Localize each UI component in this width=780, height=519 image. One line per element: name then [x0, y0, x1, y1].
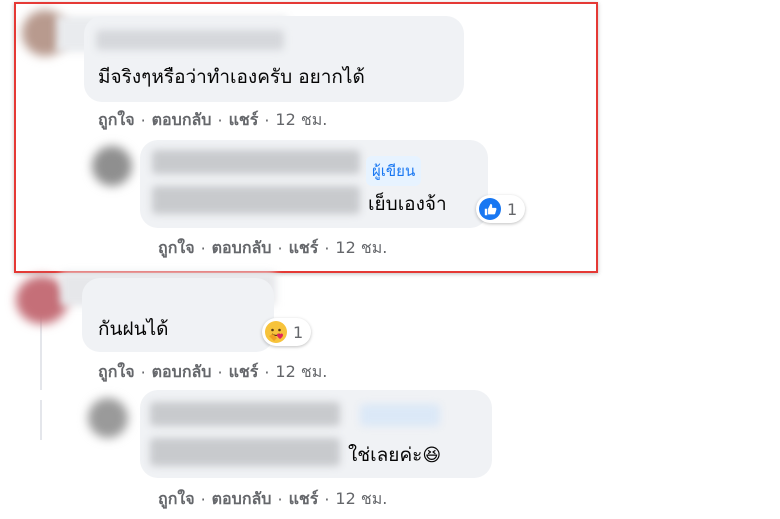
reply-button[interactable]: ตอบกลับ [152, 360, 212, 385]
reaction-count: 1 [507, 199, 518, 219]
separator-dot: · [324, 239, 330, 258]
comment-actions: ถูกใจ · ตอบกลับ · แชร์ · 12 ชม. [158, 487, 387, 512]
comment-text-redacted [150, 438, 340, 466]
like-button[interactable]: ถูกใจ [98, 360, 135, 385]
commenter-name-redacted [150, 402, 340, 426]
commenter-name-redacted [152, 150, 360, 174]
thread-line [40, 400, 42, 440]
separator-dot: · [200, 490, 206, 509]
separator-dot: · [324, 490, 330, 509]
separator-dot: · [217, 363, 223, 382]
separator-dot: · [277, 239, 283, 258]
separator-dot: · [264, 111, 270, 130]
comment-text-redacted [152, 186, 360, 214]
reaction-summary[interactable]: 1 [262, 318, 312, 346]
share-button[interactable]: แชร์ [229, 108, 259, 133]
reply-button[interactable]: ตอบกลับ [152, 108, 212, 133]
share-button[interactable]: แชร์ [289, 236, 319, 261]
separator-dot: · [277, 490, 283, 509]
reaction-summary[interactable]: 1 [476, 195, 526, 223]
author-badge-redacted [360, 404, 440, 426]
timestamp-link[interactable]: 12 ชม. [335, 236, 387, 261]
comment-text: ใช่เลยค่ะ😆 [348, 440, 441, 470]
reply-button[interactable]: ตอบกลับ [212, 236, 272, 261]
like-button[interactable]: ถูกใจ [158, 236, 195, 261]
separator-dot: · [264, 363, 270, 382]
comment-actions: ถูกใจ · ตอบกลับ · แชร์ · 12 ชม. [98, 360, 327, 385]
comment-text: มีจริงๆหรือว่าทำเองครับ อยากได้ [98, 66, 365, 88]
share-button[interactable]: แชร์ [289, 487, 319, 512]
avatar[interactable] [88, 398, 128, 438]
like-button[interactable]: ถูกใจ [98, 108, 135, 133]
like-button[interactable]: ถูกใจ [158, 487, 195, 512]
comment-actions: ถูกใจ · ตอบกลับ · แชร์ · 12 ชม. [98, 108, 327, 133]
reaction-count: 1 [293, 322, 304, 342]
comment-text: เย็บเองจ้า [368, 193, 447, 215]
comment-text-body: ใช่เลยค่ะ [348, 444, 423, 466]
separator-dot: · [217, 111, 223, 130]
reply-button[interactable]: ตอบกลับ [212, 487, 272, 512]
timestamp-link[interactable]: 12 ชม. [275, 360, 327, 385]
comment-text: กันฝนได้ [98, 318, 169, 340]
share-button[interactable]: แชร์ [229, 360, 259, 385]
timestamp-link[interactable]: 12 ชม. [335, 487, 387, 512]
like-icon [479, 198, 501, 220]
timestamp-link[interactable]: 12 ชม. [275, 108, 327, 133]
care-emoji-icon [265, 321, 287, 343]
separator-dot: · [140, 363, 146, 382]
author-badge: ผู้เขียน [366, 156, 422, 186]
separator-dot: · [140, 111, 146, 130]
laughing-emoji-icon: 😆 [422, 445, 442, 466]
comment-actions: ถูกใจ · ตอบกลับ · แชร์ · 12 ชม. [158, 236, 387, 261]
separator-dot: · [200, 239, 206, 258]
avatar[interactable] [92, 146, 132, 186]
commenter-name-redacted [96, 30, 284, 50]
